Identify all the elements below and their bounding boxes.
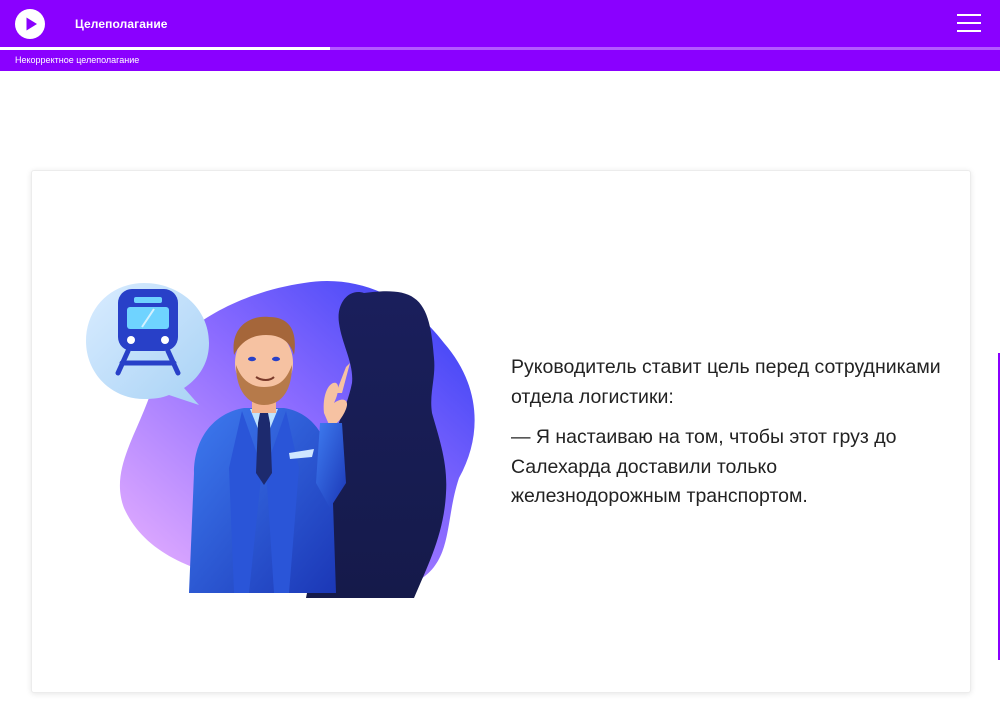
manager-illustration [86, 281, 475, 598]
progress-bar [0, 47, 1000, 50]
play-icon [26, 17, 37, 31]
intro-paragraph: Руководитель ставит цель перед сотрудник… [511, 356, 941, 408]
quote-paragraph: — Я настаиваю на том, чтобы этот груз до… [511, 426, 897, 507]
top-bar: Целеполагание Некорректное целеполагание [0, 0, 1000, 71]
card-text: Руководитель ставит цель перед сотрудник… [511, 353, 951, 512]
progress-bar-fill [0, 47, 330, 50]
menu-button[interactable] [957, 14, 981, 32]
hamburger-menu-icon [957, 14, 981, 16]
course-title: Целеполагание [75, 17, 168, 31]
play-button[interactable] [15, 9, 45, 39]
hamburger-line [957, 22, 981, 24]
content-card: Руководитель ставит цель перед сотрудник… [31, 170, 971, 693]
lesson-title: Некорректное целеполагание [15, 55, 140, 65]
hamburger-line [957, 30, 981, 32]
